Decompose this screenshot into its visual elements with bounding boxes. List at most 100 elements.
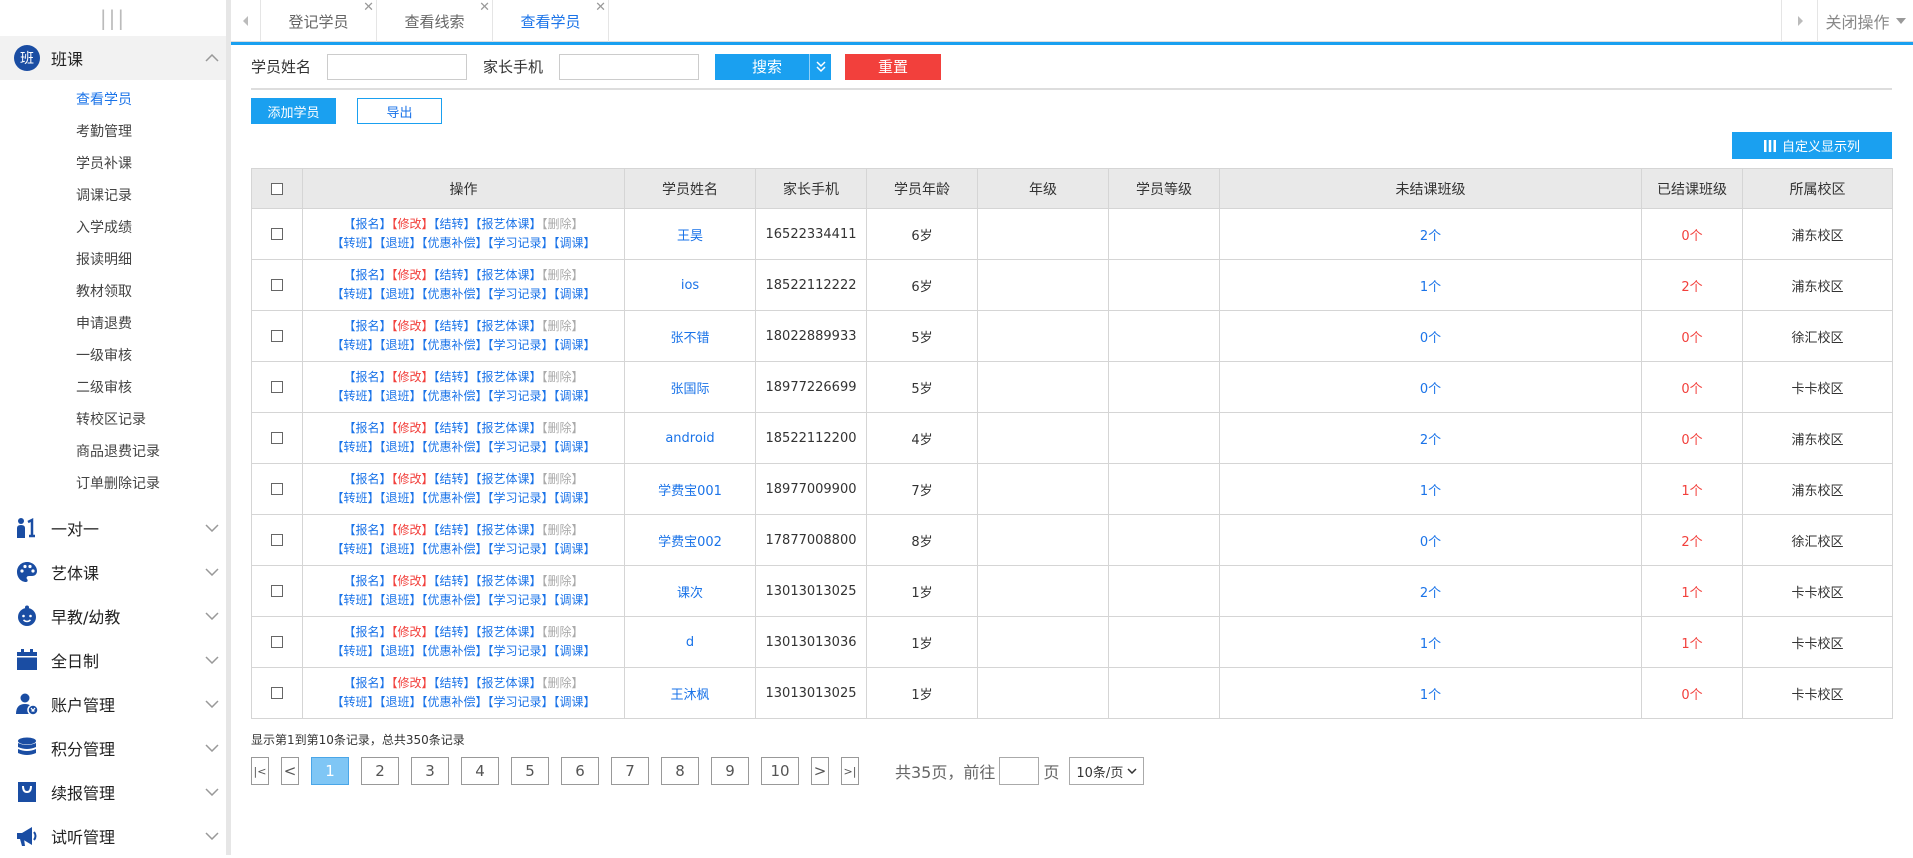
tab-scroll-right-icon[interactable] (1781, 0, 1817, 42)
row-action-link[interactable]: 【结转】 (433, 676, 475, 690)
row-action-link[interactable]: 【报艺体课】 (476, 625, 542, 639)
row-action-link[interactable]: 【调课】 (554, 593, 596, 607)
row-action-link[interactable]: 【结转】 (433, 319, 475, 333)
open-classes-link[interactable]: 2个 (1219, 412, 1642, 464)
row-action-link[interactable]: 【学习记录】 (488, 440, 554, 454)
prev-page-button[interactable]: < (281, 757, 299, 785)
sidebar-item[interactable]: 入学成绩 (0, 212, 226, 244)
open-classes-link[interactable]: 2个 (1219, 565, 1642, 617)
sidebar-group[interactable]: 试听管理 (0, 814, 226, 858)
first-page-button[interactable]: |< (251, 757, 269, 785)
row-action-link[interactable]: 【退班】 (379, 338, 421, 352)
row-action-link[interactable]: 【报名】 (343, 421, 391, 435)
sidebar-group[interactable]: 一对一 (0, 506, 226, 550)
sidebar-toggle-icon[interactable]: ||| (0, 0, 226, 36)
row-action-link[interactable]: 【调课】 (554, 287, 596, 301)
sidebar-item[interactable]: 查看学员 (0, 84, 226, 116)
closed-classes-link[interactable]: 1个 (1641, 565, 1743, 617)
row-action-link[interactable]: 【学习记录】 (488, 644, 554, 658)
row-action-link[interactable]: 【修改】 (391, 676, 433, 690)
row-action-link[interactable]: 【报名】 (343, 472, 391, 486)
sidebar-item[interactable]: 转校区记录 (0, 404, 226, 436)
row-action-link[interactable]: 【优惠补偿】 (421, 338, 487, 352)
sidebar-item[interactable]: 报读明细 (0, 244, 226, 276)
row-action-link[interactable]: 【报艺体课】 (476, 421, 542, 435)
row-action-link[interactable]: 【结转】 (433, 217, 475, 231)
open-classes-link[interactable]: 0个 (1219, 361, 1642, 413)
open-classes-link[interactable]: 0个 (1219, 310, 1642, 362)
closed-classes-link[interactable]: 0个 (1641, 412, 1743, 464)
row-checkbox[interactable] (251, 259, 303, 311)
row-action-link[interactable]: 【修改】 (391, 625, 433, 639)
row-action-link[interactable]: 【修改】 (391, 217, 433, 231)
row-action-link[interactable]: 【修改】 (391, 370, 433, 384)
row-action-link[interactable]: 【报名】 (343, 217, 391, 231)
row-action-link[interactable]: 【修改】 (391, 574, 433, 588)
row-action-link[interactable]: 【删除】 (542, 217, 584, 231)
row-checkbox[interactable] (251, 514, 303, 566)
open-classes-link[interactable]: 1个 (1219, 616, 1642, 668)
parent-phone-input[interactable] (559, 53, 700, 80)
reset-button[interactable]: 重置 (845, 53, 942, 80)
student-name-link[interactable]: 张国际 (624, 361, 756, 413)
row-action-link[interactable]: 【优惠补偿】 (421, 236, 487, 250)
page-number-button[interactable]: 8 (661, 757, 699, 785)
close-all-menu[interactable]: 关闭操作 (1817, 0, 1913, 42)
search-button[interactable]: 搜索 (715, 53, 832, 80)
row-action-link[interactable]: 【转班】 (331, 389, 379, 403)
next-page-button[interactable]: > (811, 757, 829, 785)
row-action-link[interactable]: 【转班】 (331, 695, 379, 709)
row-action-link[interactable]: 【删除】 (542, 523, 584, 537)
row-action-link[interactable]: 【学习记录】 (488, 338, 554, 352)
row-action-link[interactable]: 【报名】 (343, 625, 391, 639)
row-action-link[interactable]: 【调课】 (554, 644, 596, 658)
page-number-button[interactable]: 10 (761, 757, 799, 785)
row-action-link[interactable]: 【修改】 (391, 472, 433, 486)
sidebar-group[interactable]: 全日制 (0, 638, 226, 682)
student-name-link[interactable]: android (624, 412, 756, 464)
row-action-link[interactable]: 【退班】 (379, 695, 421, 709)
tab-view-students[interactable]: 查看学员 ✕ (493, 0, 609, 42)
row-action-link[interactable]: 【删除】 (542, 574, 584, 588)
student-name-link[interactable]: 张不错 (624, 310, 756, 362)
row-checkbox[interactable] (251, 616, 303, 668)
open-classes-link[interactable]: 2个 (1219, 208, 1642, 260)
row-action-link[interactable]: 【报艺体课】 (476, 472, 542, 486)
row-checkbox[interactable] (251, 361, 303, 413)
sidebar-item[interactable]: 申请退费 (0, 308, 226, 340)
row-action-link[interactable]: 【报艺体课】 (476, 676, 542, 690)
row-action-link[interactable]: 【报艺体课】 (476, 268, 542, 282)
open-classes-link[interactable]: 1个 (1219, 259, 1642, 311)
row-action-link[interactable]: 【学习记录】 (488, 491, 554, 505)
sidebar-group[interactable]: 续报管理 (0, 770, 226, 814)
sidebar-item[interactable]: 二级审核 (0, 372, 226, 404)
row-action-link[interactable]: 【删除】 (542, 370, 584, 384)
row-action-link[interactable]: 【报名】 (343, 523, 391, 537)
row-action-link[interactable]: 【结转】 (433, 523, 475, 537)
row-action-link[interactable]: 【修改】 (391, 268, 433, 282)
row-action-link[interactable]: 【删除】 (542, 472, 584, 486)
row-checkbox[interactable] (251, 412, 303, 464)
page-number-button[interactable]: 6 (561, 757, 599, 785)
sidebar-item[interactable]: 一级审核 (0, 340, 226, 372)
sidebar-item[interactable]: 订单删除记录 (0, 468, 226, 500)
row-action-link[interactable]: 【调课】 (554, 542, 596, 556)
row-action-link[interactable]: 【优惠补偿】 (421, 440, 487, 454)
row-action-link[interactable]: 【结转】 (433, 574, 475, 588)
row-action-link[interactable]: 【转班】 (331, 287, 379, 301)
row-action-link[interactable]: 【优惠补偿】 (421, 593, 487, 607)
row-action-link[interactable]: 【学习记录】 (488, 593, 554, 607)
tab-register-student[interactable]: 登记学员 ✕ (261, 0, 377, 42)
row-action-link[interactable]: 【删除】 (542, 319, 584, 333)
open-classes-link[interactable]: 1个 (1219, 667, 1642, 719)
row-action-link[interactable]: 【报名】 (343, 574, 391, 588)
add-student-button[interactable]: 添加学员 (251, 98, 336, 124)
closed-classes-link[interactable]: 0个 (1641, 667, 1743, 719)
open-classes-link[interactable]: 1个 (1219, 463, 1642, 515)
row-action-link[interactable]: 【优惠补偿】 (421, 287, 487, 301)
sidebar-group[interactable]: 早教/幼教 (0, 594, 226, 638)
row-action-link[interactable]: 【删除】 (542, 268, 584, 282)
row-action-link[interactable]: 【学习记录】 (488, 695, 554, 709)
row-checkbox[interactable] (251, 463, 303, 515)
row-checkbox[interactable] (251, 667, 303, 719)
